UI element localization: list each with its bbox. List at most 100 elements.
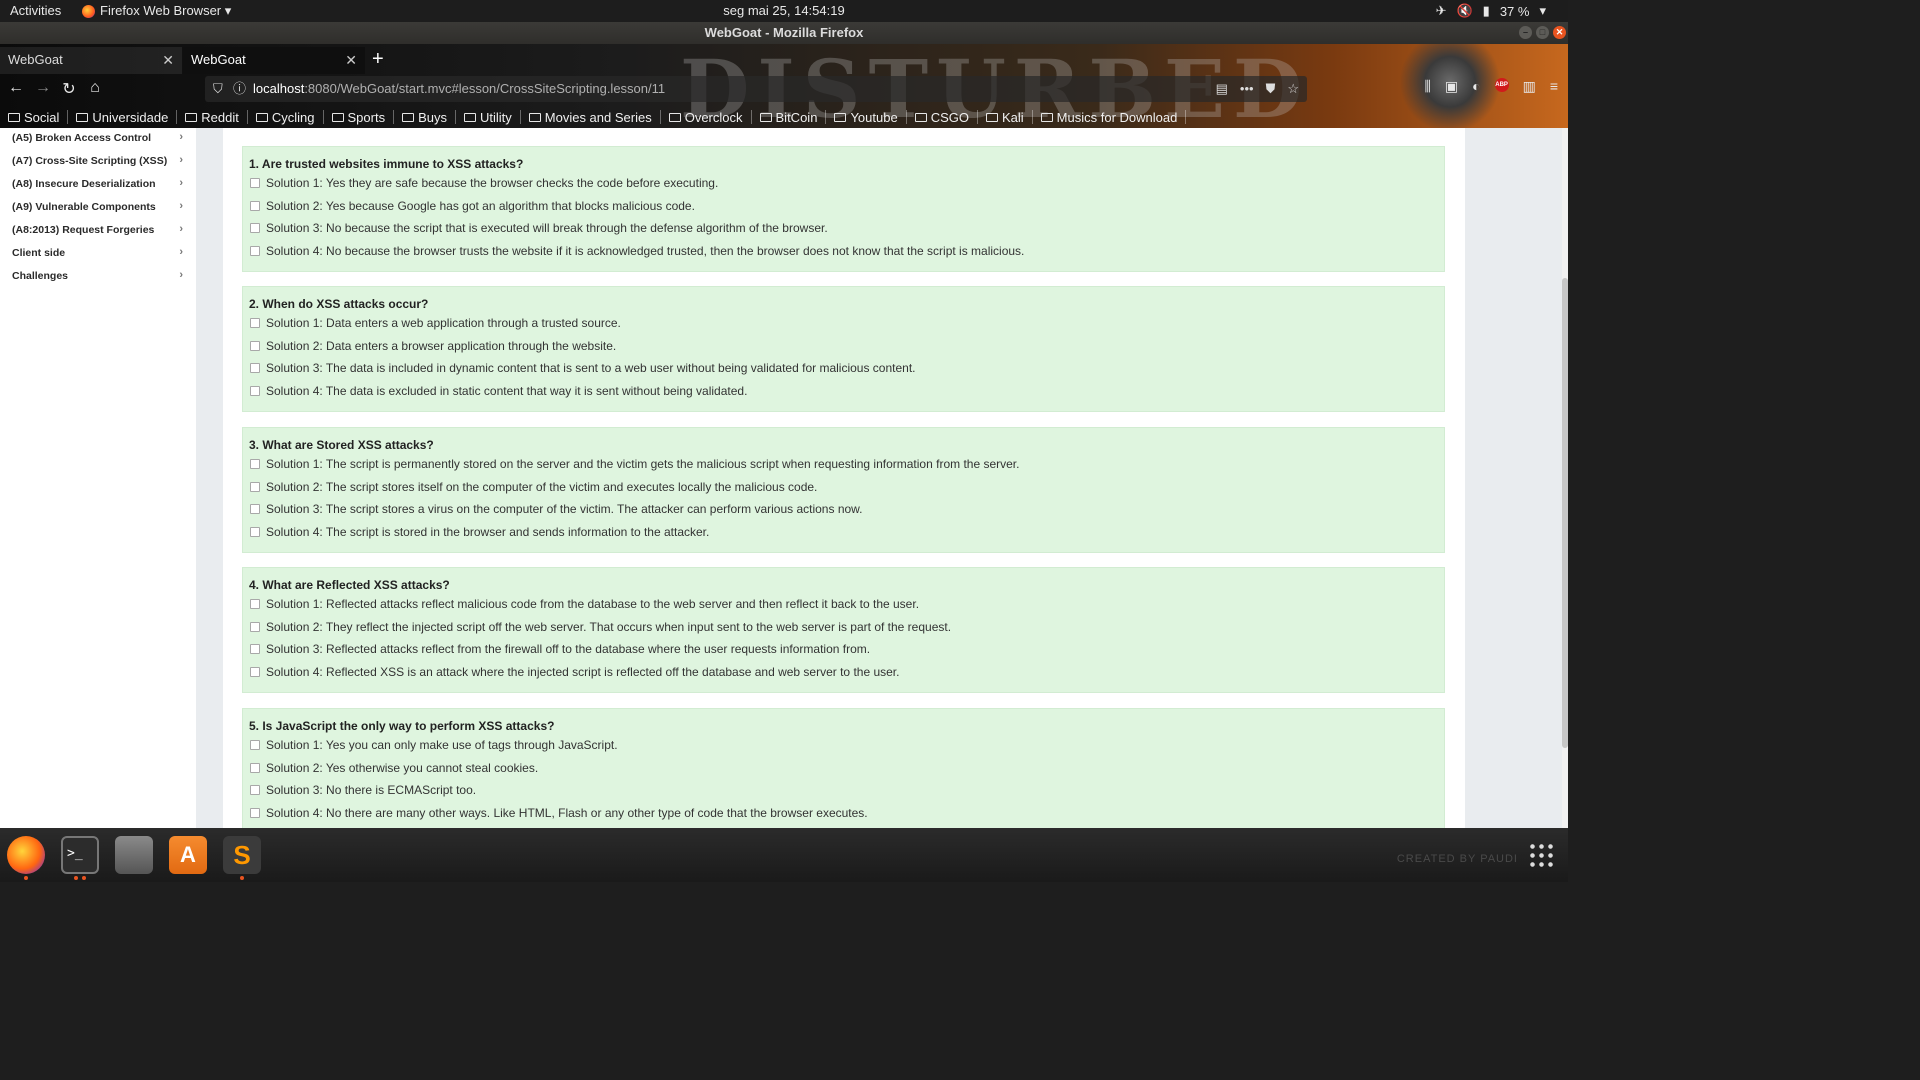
answer-checkbox[interactable] [250, 459, 260, 469]
url-bar[interactable]: ⛉ ⓘ localhost:8080/WebGoat/start.mvc#les… [205, 76, 1307, 102]
answer-checkbox[interactable] [250, 666, 260, 677]
answer-option[interactable]: Solution 4: Reflected XSS is an attack w… [243, 663, 1444, 686]
answer-checkbox[interactable] [250, 740, 260, 750]
close-tab-icon[interactable]: ✕ [162, 52, 174, 69]
answer-checkbox[interactable] [250, 785, 260, 795]
show-applications-icon[interactable] [1528, 842, 1554, 868]
answer-option[interactable]: Solution 3: No because the script that i… [243, 219, 1444, 242]
answer-option[interactable]: Solution 1: The script is permanently st… [243, 455, 1444, 478]
answer-option[interactable]: Solution 1: Yes you can only make use of… [243, 736, 1444, 759]
scrollbar-thumb[interactable] [1562, 278, 1568, 748]
reload-button[interactable]: ↻ [58, 79, 80, 99]
back-button[interactable]: ← [5, 79, 27, 97]
new-tab-button[interactable]: + [372, 49, 384, 69]
answer-checkbox[interactable] [250, 526, 260, 537]
answer-checkbox[interactable] [250, 504, 260, 514]
sublime-text-launcher-icon[interactable]: S [223, 836, 261, 874]
files-launcher-icon[interactable] [115, 836, 153, 874]
sidebar-toggle-icon[interactable]: ▣ [1445, 78, 1458, 95]
answer-checkbox[interactable] [250, 481, 260, 492]
answer-option[interactable]: Solution 2: Yes because Google has got a… [243, 197, 1444, 220]
close-tab-icon[interactable]: ✕ [345, 52, 357, 69]
lesson-category-item[interactable]: (A8:2013) Request Forgeries › [0, 220, 196, 243]
answer-option[interactable]: Solution 1: Yes they are safe because th… [243, 174, 1444, 197]
lesson-category-item[interactable]: Challenges › [0, 266, 196, 289]
answer-checkbox[interactable] [250, 363, 260, 373]
system-tray[interactable]: ✈ 🔇 ▮ 37 % ▾ [1436, 3, 1546, 19]
lesson-category-item[interactable]: (A7) Cross-Site Scripting (XSS) › [0, 151, 196, 174]
answer-checkbox[interactable] [250, 223, 260, 233]
bookmark-label: Buys [418, 109, 447, 125]
answer-checkbox[interactable] [250, 762, 260, 773]
answer-checkbox[interactable] [250, 340, 260, 351]
maximize-button[interactable]: □ [1536, 26, 1549, 39]
answer-option[interactable]: Solution 2: The script stores itself on … [243, 478, 1444, 501]
answer-checkbox[interactable] [250, 200, 260, 211]
answer-option[interactable]: Solution 3: The script stores a virus on… [243, 500, 1444, 523]
lesson-category-item[interactable]: (A5) Broken Access Control › [0, 128, 196, 151]
lesson-category-item[interactable]: (A8) Insecure Deserialization › [0, 174, 196, 197]
software-center-launcher-icon[interactable]: A [169, 836, 207, 874]
bookmark-folder[interactable]: Musics for Download [1040, 110, 1187, 125]
answer-option[interactable]: Solution 3: No there is ECMAScript too. [243, 781, 1444, 804]
tracking-shield-icon[interactable]: ⛉ [213, 76, 223, 102]
lesson-category-item[interactable]: (A9) Vulnerable Components › [0, 197, 196, 220]
tab-webgoat-2[interactable]: WebGoat ✕ [183, 47, 365, 74]
bookmark-folder[interactable]: CSGO [914, 110, 978, 125]
bookmark-folder[interactable]: Movies and Series [528, 110, 661, 125]
home-button[interactable]: ⌂ [84, 79, 106, 97]
answer-option[interactable]: Solution 4: The data is excluded in stat… [243, 382, 1444, 405]
answer-option[interactable]: Solution 4: No there are many other ways… [243, 804, 1444, 827]
answer-checkbox[interactable] [250, 599, 260, 609]
lesson-category-item[interactable]: Client side › [0, 243, 196, 266]
reader-view-icon[interactable]: ▤ [1216, 76, 1228, 102]
terminal-launcher-icon[interactable]: >_ [61, 836, 99, 874]
extension-bars-icon[interactable]: ▥ [1523, 78, 1536, 95]
bookmark-folder[interactable]: Utility [463, 110, 521, 125]
bookmark-folder[interactable]: Youtube [834, 110, 907, 125]
answer-option[interactable]: Solution 3: The data is included in dyna… [243, 359, 1444, 382]
answer-option[interactable]: Solution 3: Reflected attacks reflect fr… [243, 640, 1444, 663]
bookmark-folder[interactable]: Universidade [76, 110, 178, 125]
bookmark-folder[interactable]: Sports [331, 110, 395, 125]
clock[interactable]: seg mai 25, 14:54:19 [0, 3, 1568, 18]
tab-webgoat-1[interactable]: WebGoat ✕ [0, 47, 182, 74]
library-icon[interactable]: ⫼ [1424, 78, 1430, 95]
bookmark-folder[interactable]: Cycling [255, 110, 324, 125]
page-actions-icon[interactable]: ••• [1240, 76, 1254, 102]
answer-option[interactable]: Solution 2: Yes otherwise you cannot ste… [243, 759, 1444, 782]
answer-checkbox[interactable] [250, 318, 260, 328]
answer-option[interactable]: Solution 4: No because the browser trust… [243, 242, 1444, 265]
bookmark-folder[interactable]: Kali [985, 110, 1033, 125]
answer-checkbox[interactable] [250, 245, 260, 256]
adblock-plus-icon[interactable]: ABP [1494, 78, 1509, 92]
question-title: 4. What are Reflected XSS attacks? [249, 578, 450, 592]
answer-option[interactable]: Solution 4: The script is stored in the … [243, 523, 1444, 546]
close-window-button[interactable]: ✕ [1553, 26, 1566, 39]
answer-option[interactable]: Solution 1: Reflected attacks reflect ma… [243, 595, 1444, 618]
tab-strip: WebGoat ✕ WebGoat ✕ + [0, 44, 1568, 74]
minimize-button[interactable]: – [1519, 26, 1532, 39]
bookmark-folder[interactable]: Social [8, 110, 69, 125]
answer-option[interactable]: Solution 2: Data enters a browser applic… [243, 337, 1444, 360]
extension-icon[interactable]: ◐ [1472, 78, 1480, 95]
answer-option[interactable]: Solution 2: They reflect the injected sc… [243, 618, 1444, 641]
site-info-icon[interactable]: ⓘ [233, 76, 246, 102]
bookmark-folder[interactable]: Overclock [668, 110, 752, 125]
lesson-category-label: Client side [12, 247, 66, 259]
firefox-launcher-icon[interactable] [7, 836, 45, 874]
answer-checkbox[interactable] [250, 644, 260, 654]
bookmark-folder[interactable]: Reddit [185, 110, 248, 125]
answer-checkbox[interactable] [250, 621, 260, 632]
answer-checkbox[interactable] [250, 178, 260, 188]
bookmark-star-icon[interactable]: ☆ [1287, 76, 1299, 102]
forward-button[interactable]: → [32, 79, 54, 97]
menu-icon[interactable]: ≡ [1550, 78, 1558, 95]
bookmark-folder[interactable]: BitCoin [759, 110, 827, 125]
pocket-icon[interactable]: ⛊ [1266, 76, 1276, 102]
answer-option[interactable]: Solution 1: Data enters a web applicatio… [243, 314, 1444, 337]
answer-checkbox[interactable] [250, 807, 260, 818]
answer-checkbox[interactable] [250, 385, 260, 396]
bookmark-folder[interactable]: Buys [402, 109, 456, 125]
page-scrollbar[interactable] [1562, 128, 1568, 828]
